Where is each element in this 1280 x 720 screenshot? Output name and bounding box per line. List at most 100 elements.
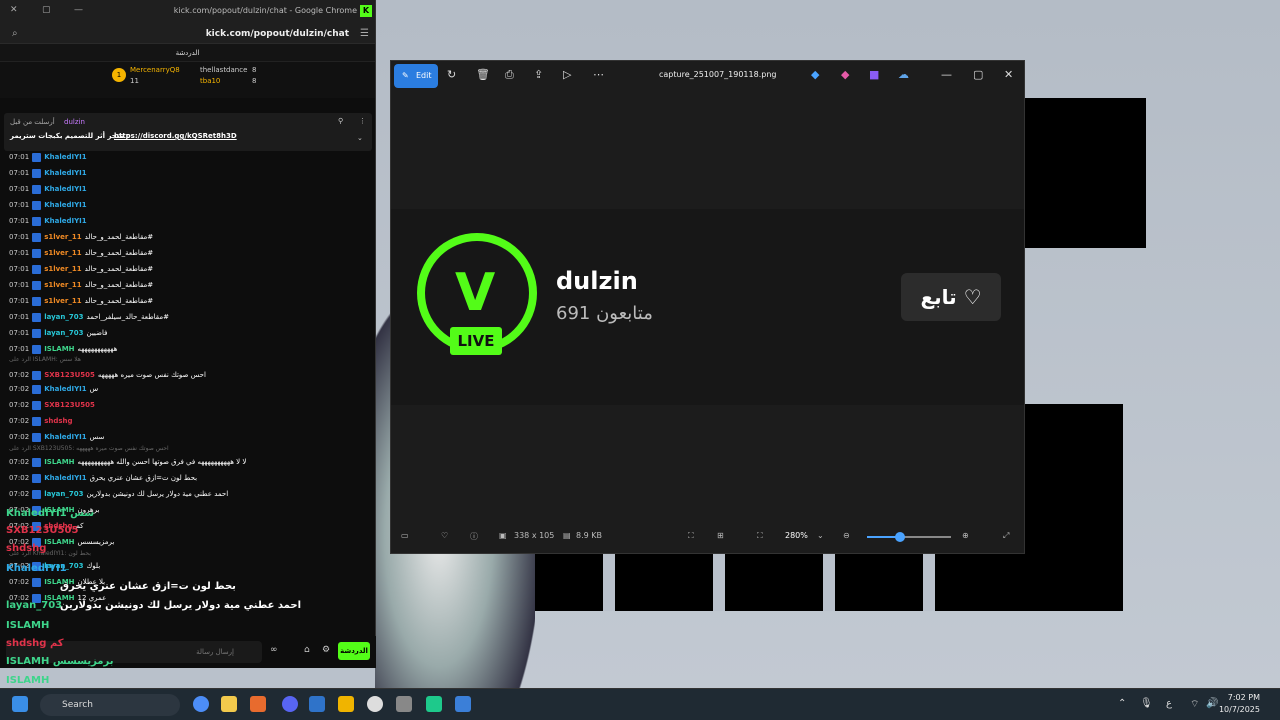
chat-message[interactable]: 07:01 layan_703 فاضيين: [9, 326, 107, 340]
pinned-link[interactable]: https://discord.gg/kQSRet8h3D: [114, 132, 237, 140]
chat-message[interactable]: 07:02 KhaledIYI1 س: [9, 382, 98, 396]
chevron-down-icon[interactable]: ⌄: [357, 134, 363, 142]
more-icon[interactable]: ⋮: [359, 117, 366, 125]
maximize-icon[interactable]: ▢: [42, 5, 51, 15]
edit-button[interactable]: Edit: [394, 64, 438, 88]
message-username[interactable]: s1lver_11: [44, 297, 81, 305]
mic-icon[interactable]: 🎙: [1140, 698, 1153, 709]
chat-message[interactable]: 07:01 s1lver_11 مقاطعة_لحمد_و_حالد#: [9, 246, 153, 260]
message-username[interactable]: KhaledIYI1: [44, 474, 86, 482]
message-username[interactable]: KhaledIYI1: [44, 217, 86, 225]
minimize-icon[interactable]: —: [941, 68, 952, 81]
app-icon[interactable]: [396, 696, 412, 712]
crop-icon[interactable]: ⛶: [688, 531, 694, 541]
app-icon[interactable]: [367, 696, 383, 712]
info-icon[interactable]: ⓘ: [470, 531, 478, 542]
slideshow-icon[interactable]: ▷: [563, 68, 571, 81]
app-icon[interactable]: ◆: [841, 68, 849, 81]
message-username[interactable]: s1lver_11: [44, 249, 81, 257]
message-username[interactable]: layan_703: [44, 329, 83, 337]
chat-message[interactable]: 07:01 ISLAMH هههههههههههه: [9, 342, 117, 356]
chat-message[interactable]: 07:01 s1lver_11 مقاطعة_لحمد_و_حالد#: [9, 230, 153, 244]
message-username[interactable]: KhaledIYI1: [44, 169, 86, 177]
chat-message[interactable]: 07:02 SXB123U505 احس صوتك نفس صوت ميره ههه…: [9, 368, 206, 382]
chat-message[interactable]: 07:02 KhaledIYI1 سس: [9, 430, 104, 444]
zoom-in-icon[interactable]: ⊕: [962, 531, 969, 540]
message-username[interactable]: KhaledIYI1: [44, 433, 86, 441]
chat-message[interactable]: 07:01 KhaledIYI1: [9, 150, 90, 164]
message-username[interactable]: layan_703: [44, 313, 83, 321]
rotate-icon[interactable]: ↻: [447, 68, 456, 81]
chat-message[interactable]: 07:01 KhaledIYI1: [9, 166, 90, 180]
fullscreen-icon[interactable]: ⤢: [1003, 531, 1009, 541]
app-icon[interactable]: ◆: [811, 68, 819, 81]
message-username[interactable]: layan_703: [44, 490, 83, 498]
print-icon[interactable]: ⎙: [505, 68, 514, 82]
chevron-up-icon[interactable]: ⌃: [1118, 698, 1126, 709]
gifter-name[interactable]: MercenarryQ8: [130, 66, 180, 74]
explorer-icon[interactable]: [221, 696, 237, 712]
pinned-by[interactable]: dulzin: [64, 118, 85, 126]
settings-icon[interactable]: ☰: [360, 28, 369, 39]
app-icon[interactable]: ■: [869, 68, 879, 81]
chat-message[interactable]: 07:02 layan_703 احمد عطني مية دولار يرسل ل…: [9, 487, 228, 501]
chrome-icon[interactable]: [193, 696, 209, 712]
clock[interactable]: 7:02 PM 10/7/2025: [1219, 692, 1260, 716]
chevron-down-icon[interactable]: ⌄: [817, 531, 824, 540]
chat-message[interactable]: 07:02 SXB123U505: [9, 398, 98, 412]
volume-icon[interactable]: 🔊: [1206, 698, 1218, 709]
app-icon[interactable]: [309, 696, 325, 712]
chat-message[interactable]: 07:02 shdshg: [9, 414, 76, 428]
discord-icon[interactable]: [282, 696, 298, 712]
chat-message[interactable]: 07:01 KhaledIYI1: [9, 214, 90, 228]
zoom-level[interactable]: 280%: [785, 531, 808, 540]
maximize-icon[interactable]: ▢: [973, 68, 983, 81]
chat-message[interactable]: 07:01 KhaledIYI1: [9, 198, 90, 212]
message-username[interactable]: ISLAMH: [44, 458, 74, 466]
message-username[interactable]: SXB123U505: [44, 371, 95, 379]
search-box[interactable]: Search: [40, 694, 180, 716]
chat-message[interactable]: 07:01 s1lver_11 مقاطعة_لحمد_و_حالد#: [9, 262, 153, 276]
zoom-icon[interactable]: ⌕: [12, 28, 18, 39]
address-bar[interactable]: ⌕ kick.com/popout/dulzin/chat ☰: [0, 24, 375, 44]
message-username[interactable]: KhaledIYI1: [44, 153, 86, 161]
chat-message[interactable]: 07:01 s1lver_11 مقاطعة_لحمد_و_حالد#: [9, 294, 153, 308]
close-icon[interactable]: ✕: [1004, 68, 1013, 81]
gifter-name[interactable]: tba10: [200, 77, 220, 85]
app-icon[interactable]: [426, 696, 442, 712]
zoom-slider[interactable]: [867, 532, 951, 542]
send-button[interactable]: الدردشة: [338, 642, 370, 660]
app-icon[interactable]: [338, 696, 354, 712]
app-icon[interactable]: [250, 696, 266, 712]
message-username[interactable]: shdshg: [44, 417, 72, 425]
zoom-out-icon[interactable]: ⊖: [843, 531, 850, 540]
filmstrip-icon[interactable]: ▭: [401, 531, 409, 540]
wifi-icon[interactable]: ⌔: [1190, 698, 1199, 711]
message-username[interactable]: s1lver_11: [44, 265, 81, 273]
chat-message[interactable]: 07:02 ISLAMH لا لا ههههههههههه في فرق صوته…: [9, 455, 246, 469]
cloud-icon[interactable]: ☁: [898, 68, 909, 81]
chat-message[interactable]: 07:01 s1lver_11 مقاطعة_لحمد_و_حالد#: [9, 278, 153, 292]
share-icon[interactable]: ⇪: [534, 68, 543, 81]
gifter-name[interactable]: thellastdance: [200, 66, 247, 74]
chat-message[interactable]: 07:01 KhaledIYI1: [9, 182, 90, 196]
emote-icon[interactable]: ∞: [270, 645, 278, 655]
photos-icon[interactable]: [455, 696, 471, 712]
message-username[interactable]: KhaledIYI1: [44, 185, 86, 193]
message-username[interactable]: s1lver_11: [44, 281, 81, 289]
more-icon[interactable]: ⋯: [593, 68, 604, 81]
gear-icon[interactable]: ⚙: [322, 645, 330, 655]
language-indicator[interactable]: ع: [1166, 698, 1172, 709]
message-username[interactable]: ISLAMH: [44, 538, 74, 546]
message-username[interactable]: SXB123U505: [44, 401, 95, 409]
message-username[interactable]: ISLAMH: [44, 345, 74, 353]
heart-icon[interactable]: ♡: [441, 531, 448, 540]
store-icon[interactable]: ⌂: [304, 645, 310, 655]
minimize-icon[interactable]: —: [74, 5, 83, 15]
pin-icon[interactable]: ⚲: [338, 117, 343, 125]
close-icon[interactable]: ✕: [10, 5, 18, 15]
message-username[interactable]: KhaledIYI1: [44, 201, 86, 209]
chat-message[interactable]: 07:01 layan_703 مقاطعة_حالد_سيلفر_احمد#: [9, 310, 169, 324]
start-icon[interactable]: [12, 696, 28, 712]
fit-icon[interactable]: ⛶: [757, 531, 763, 541]
